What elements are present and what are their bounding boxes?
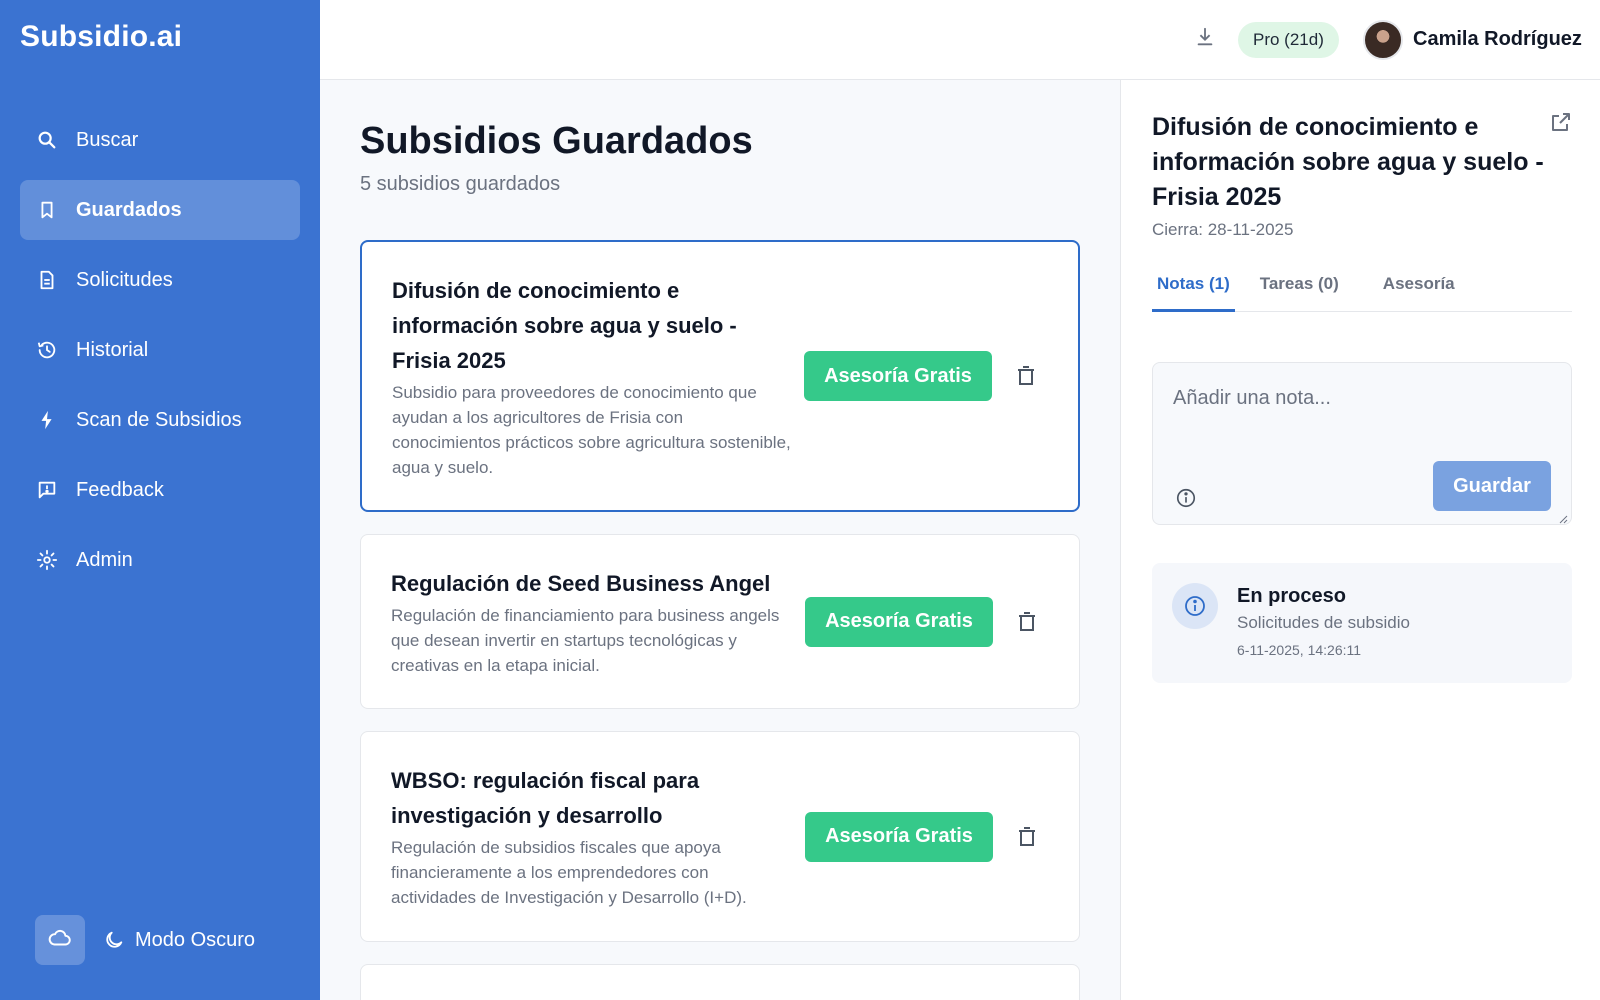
info-icon [1172,583,1218,629]
download-icon[interactable] [1192,24,1218,50]
sidebar-item-historial[interactable]: Historial [20,320,300,380]
cloud-button[interactable] [35,915,85,965]
note-input[interactable] [1173,387,1553,410]
save-note-button[interactable]: Guardar [1433,461,1551,511]
sidebar-item-guardados[interactable]: Guardados [20,180,300,240]
status-title: En proceso [1237,585,1346,607]
status-card: En proceso Solicitudes de subsidio 6-11-… [1152,563,1572,683]
document-icon [36,269,58,291]
panel-title: Difusión de conocimiento e información s… [1152,113,1544,211]
page-subtitle: 5 subsidios guardados [360,173,561,195]
dark-mode-label: Modo Oscuro [135,928,256,951]
card-actions: Asesoría Gratis [805,596,1039,647]
plan-badge[interactable]: Pro (21d) [1238,22,1339,58]
card-text: Difusión de conocimiento e información s… [392,273,792,480]
trash-icon[interactable] [1015,825,1039,849]
sidebar-item-label: Buscar [76,128,139,151]
card-title: Difusión de conocimiento e información s… [392,277,737,373]
top-bar: Pro (21d) Camila Rodríguez [320,0,1600,80]
card-title: Regulación de Seed Business Angel [391,570,771,596]
note-editor: Guardar [1152,362,1572,525]
sidebar-item-label: Guardados [76,198,182,221]
moon-icon [103,929,125,951]
card-description: Regulación de subsidios fiscales que apo… [391,838,747,907]
history-icon [36,339,58,361]
sidebar-item-admin[interactable]: Admin [20,530,300,590]
sidebar-item-label: Solicitudes [76,268,173,291]
trash-icon[interactable] [1014,364,1038,388]
free-advice-button[interactable]: Asesoría Gratis [805,811,993,862]
saved-card[interactable]: Regulación de Seed Business Angel Regula… [360,534,1080,709]
closing-date: Cierra: 28-11-2025 [1152,220,1294,239]
tab-tareas[interactable]: Tareas (0) [1255,270,1344,312]
page-title: Subsidios Guardados [360,120,753,162]
search-icon [36,129,58,151]
brand-logo[interactable]: Subsidio.ai [20,20,182,54]
sidebar-item-feedback[interactable]: Feedback [20,460,300,520]
saved-card[interactable] [360,964,1080,1000]
lightning-icon [36,409,58,431]
card-actions: Asesoría Gratis [805,811,1039,862]
sidebar-item-label: Scan de Subsidios [76,408,242,431]
trash-icon[interactable] [1015,610,1039,634]
sidebar-item-label: Admin [76,548,133,571]
cloud-icon [47,925,73,956]
resize-handle-icon[interactable] [1558,511,1568,524]
sidebar-item-scan[interactable]: Scan de Subsidios [20,390,300,450]
saved-card[interactable]: WBSO: regulación fiscal para investigaci… [360,731,1080,942]
sidebar-item-solicitudes[interactable]: Solicitudes [20,250,300,310]
free-advice-button[interactable]: Asesoría Gratis [804,351,992,401]
free-advice-button[interactable]: Asesoría Gratis [805,596,993,647]
sidebar-nav: Buscar Guardados Solicitudes Historial S… [20,110,300,600]
user-name[interactable]: Camila Rodríguez [1413,28,1582,51]
sidebar-footer: Modo Oscuro [35,915,255,965]
tab-asesoria[interactable]: Asesoría [1378,270,1460,312]
card-text: WBSO: regulación fiscal para investigaci… [391,763,791,910]
status-timestamp: 6-11-2025, 14:26:11 [1237,642,1362,658]
info-icon[interactable] [1175,487,1197,509]
bookmark-icon [36,199,58,221]
saved-card[interactable]: Difusión de conocimiento e información s… [360,240,1080,512]
sidebar-item-label: Feedback [76,478,164,501]
feedback-icon [36,479,58,501]
sidebar-item-buscar[interactable]: Buscar [20,110,300,170]
card-actions: Asesoría Gratis [804,351,1038,401]
avatar[interactable] [1363,20,1403,60]
panel-tabs: Notas (1) Tareas (0) Asesoría [1152,270,1572,312]
detail-panel: Difusión de conocimiento e información s… [1120,80,1600,1000]
card-description: Subsidio para proveedores de conocimient… [392,382,791,477]
main-content: Subsidios Guardados 5 subsidios guardado… [320,80,1120,1000]
sidebar: Subsidio.ai Buscar Guardados Solicitudes… [0,0,320,1000]
card-description: Regulación de financiamiento para busine… [391,605,780,675]
sidebar-item-label: Historial [76,338,149,361]
tab-notas[interactable]: Notas (1) [1152,270,1235,312]
dark-mode-toggle[interactable]: Modo Oscuro [103,929,255,952]
gear-icon [36,549,58,571]
status-subtitle: Solicitudes de subsidio [1237,613,1410,632]
card-text: Regulación de Seed Business Angel Regula… [391,566,791,678]
saved-list: Difusión de conocimiento e información s… [360,240,1080,1000]
card-title: WBSO: regulación fiscal para investigaci… [391,768,700,828]
external-link-icon[interactable] [1549,110,1573,134]
